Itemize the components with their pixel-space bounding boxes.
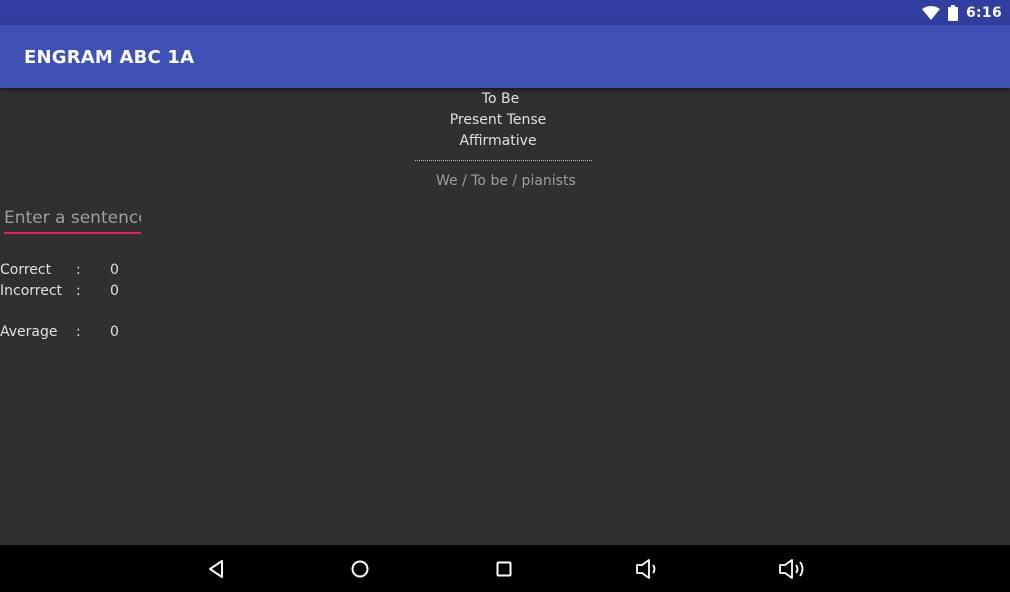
status-clock: 6:16 <box>965 4 1002 21</box>
stat-label-incorrect: Incorrect <box>0 283 63 299</box>
dashed-divider <box>415 160 592 161</box>
stat-separator: : <box>76 283 81 299</box>
navigation-bar <box>0 545 1010 592</box>
sentence-input[interactable] <box>4 204 141 234</box>
stat-value-average: 0 <box>110 324 119 340</box>
stat-value-correct: 0 <box>110 262 119 278</box>
volume-down-icon <box>636 559 656 579</box>
back-icon <box>209 560 223 578</box>
app-title: ENGRAM ABC 1A <box>24 47 195 68</box>
stat-label-average: Average <box>0 324 58 340</box>
status-bar: 6:16 <box>0 0 1010 25</box>
stat-separator: : <box>76 262 81 278</box>
nav-back-button[interactable] <box>203 556 229 582</box>
nav-home-button[interactable] <box>347 556 373 582</box>
sentence-prompt: We / To be / pianists <box>436 173 576 189</box>
wifi-icon <box>921 5 940 20</box>
stat-label-correct: Correct <box>0 262 52 278</box>
nav-recents-button[interactable] <box>491 556 517 582</box>
status-icons: 6:16 <box>921 0 1002 25</box>
stat-value-incorrect: 0 <box>110 283 119 299</box>
lesson-tense: Present Tense <box>449 112 547 128</box>
stat-separator: : <box>76 324 81 340</box>
home-icon <box>351 560 369 578</box>
recents-icon <box>496 561 512 577</box>
lesson-form: Affirmative <box>459 133 537 149</box>
lesson-title: To Be <box>481 91 520 107</box>
app-bar: ENGRAM ABC 1A <box>0 25 1010 88</box>
nav-volume-up-button[interactable] <box>777 556 809 582</box>
nav-volume-down-button[interactable] <box>635 556 661 582</box>
battery-icon <box>947 4 958 21</box>
lesson-header: To Be Present Tense Affirmative <box>0 90 1010 153</box>
volume-up-icon <box>779 559 804 579</box>
